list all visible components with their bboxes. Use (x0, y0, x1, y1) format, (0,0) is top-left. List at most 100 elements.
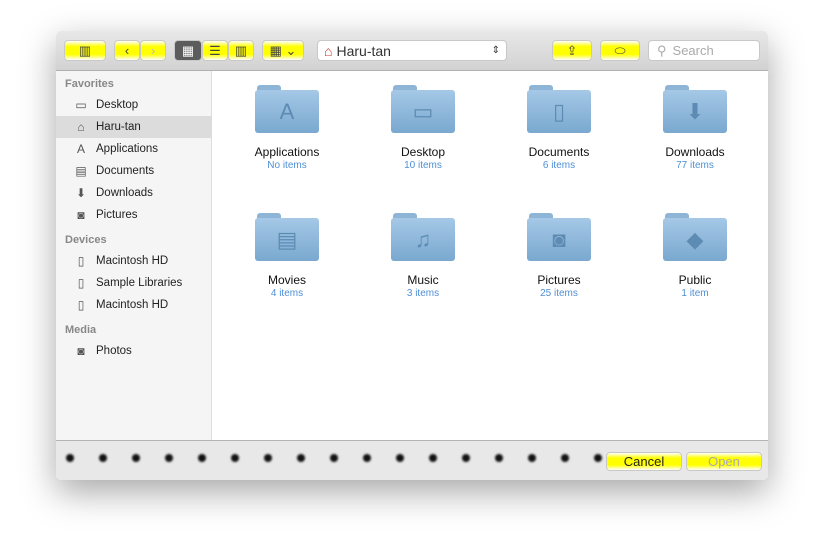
path-popup[interactable]: ⌂ Haru-tan ⇕ (317, 40, 507, 61)
folder-icon: ◆ (663, 213, 727, 261)
dot-artifact (297, 454, 305, 462)
sidebar-item-label: Downloads (96, 187, 153, 199)
list-view-button[interactable]: ☰ (202, 40, 228, 61)
dot-artifact (132, 454, 140, 462)
sidebar-item[interactable]: ◙ Photos (56, 340, 211, 362)
folder-count: 77 items (676, 160, 714, 171)
dot-artifact (528, 454, 536, 462)
home-icon: ⌂ (77, 120, 85, 134)
folder-count: 1 item (681, 288, 709, 299)
sidebar-item[interactable]: ⬇ Downloads (56, 182, 211, 204)
folder-name: Movies (267, 273, 306, 287)
dot-artifact (99, 454, 107, 462)
list-icon: ☰ (209, 42, 221, 58)
columns-icon: ▥ (234, 42, 248, 58)
dot-artifact (165, 454, 173, 462)
sidebar-item-label: Macintosh HD (96, 299, 169, 311)
share-button[interactable]: ⇪ (552, 40, 592, 61)
sidebar-item[interactable]: ▯ Sample Libraries (56, 272, 211, 294)
search-icon: ⚲ (657, 42, 667, 58)
folder-item[interactable]: ◙ Pictures 25 items (494, 213, 624, 299)
folder-item[interactable]: ♫ Music 3 items (358, 213, 488, 299)
folder-name: Applications (254, 145, 320, 159)
folder-name: Downloads (665, 145, 725, 159)
folder-icon: ▭ (391, 85, 455, 133)
back-button[interactable]: ‹ (114, 40, 140, 61)
document-icon: ▤ (75, 164, 87, 178)
sidebar-item[interactable]: ▤ Documents (56, 160, 211, 182)
folder-icon: ◙ (527, 213, 591, 261)
sidebar-item-label: Macintosh HD (96, 255, 169, 267)
chevron-right-icon: › (150, 43, 156, 58)
grid-icon: ▦ (181, 42, 195, 58)
path-label: Haru-tan (336, 42, 391, 59)
sidebar-item[interactable]: ▯ Macintosh HD (56, 294, 211, 316)
dot-artifact (363, 454, 371, 462)
forward-button[interactable]: › (140, 40, 166, 61)
search-field[interactable]: ⚲ Search (648, 40, 760, 61)
dot-artifact (198, 454, 206, 462)
folder-count: 3 items (406, 288, 440, 299)
search-placeholder: Search (672, 43, 714, 58)
folder-name: Desktop (400, 145, 446, 159)
dot-artifact (495, 454, 503, 462)
dot-artifact (462, 454, 470, 462)
dot-artifact (396, 454, 404, 462)
arrange-button[interactable]: ▦ ⌄ (262, 40, 304, 61)
folder-count: 10 items (404, 160, 442, 171)
folder-item[interactable]: A Applications No items (222, 85, 352, 171)
sidebar-icon: ▥ (78, 42, 92, 58)
sidebar-item-label: Desktop (96, 99, 139, 111)
camera-icon: ◙ (77, 344, 85, 358)
home-icon: ⌂ (324, 42, 333, 59)
dot-artifact (594, 454, 602, 462)
bottom-bar: Cancel Open (56, 440, 768, 480)
folder-name: Pictures (537, 273, 581, 287)
chevron-left-icon: ‹ (124, 43, 130, 58)
open-button[interactable]: Open (686, 452, 762, 471)
dot-artifact (231, 454, 239, 462)
camera-icon: ◙ (77, 208, 85, 222)
folder-icon: ▯ (527, 85, 591, 133)
folder-count: No items (267, 160, 307, 171)
folder-name: Music (407, 273, 439, 287)
sidebar-item-label: Documents (96, 165, 155, 177)
tag-icon: ⬭ (614, 42, 626, 58)
sidebar-item-label: Applications (96, 143, 159, 155)
tag-button[interactable]: ⬭ (600, 40, 640, 61)
sidebar-item[interactable]: ◙ Pictures (56, 204, 211, 226)
sidebar-section-title: Devices (65, 234, 107, 246)
folder-name: Public (678, 273, 712, 287)
sidebar-item[interactable]: ⌂ Haru-tan (56, 116, 211, 138)
sidebar-item-label: Photos (96, 345, 132, 357)
folder-count: 25 items (540, 288, 578, 299)
column-view-button[interactable]: ▥ (228, 40, 254, 61)
folder-icon: ▤ (255, 213, 319, 261)
folder-item[interactable]: ▯ Documents 6 items (494, 85, 624, 171)
sidebar-section-title: Favorites (65, 78, 114, 90)
open-dialog: ▥ ‹ › ▦ ☰ ▥ ▦ ⌄ ⌂ Haru-tan ⇕ ⇪ ⬭ ⚲ Search F… (56, 31, 768, 480)
sidebar-item[interactable]: ▯ Macintosh HD (56, 250, 211, 272)
folder-icon: ⬇ (663, 85, 727, 133)
arrange-icon: ▦ ⌄ (269, 42, 297, 58)
disk-icon: ▯ (77, 254, 85, 268)
updown-chevron-icon: ⇕ (491, 45, 500, 56)
sidebar-section-title: Media (65, 324, 97, 336)
folder-item[interactable]: ▤ Movies 4 items (222, 213, 352, 299)
disk-icon: ▯ (77, 298, 85, 312)
sidebar-item-label: Pictures (96, 209, 138, 221)
folder-grid: A Applications No items ▭ Desktop 10 items ▯ Do… (212, 71, 768, 440)
sidebar-item-label: Haru-tan (96, 121, 141, 133)
icon-view-button[interactable]: ▦ (174, 40, 202, 61)
folder-item[interactable]: ⬇ Downloads 77 items (630, 85, 760, 171)
sidebar-toggle-button[interactable]: ▥ (64, 40, 106, 61)
sidebar-item[interactable]: ▭ Desktop (56, 94, 211, 116)
folder-item[interactable]: ▭ Desktop 10 items (358, 85, 488, 171)
sidebar-item[interactable]: A Applications (56, 138, 211, 160)
folder-count: 4 items (270, 288, 304, 299)
folder-item[interactable]: ◆ Public 1 item (630, 213, 760, 299)
sidebar: Favorites ▭ Desktop ⌂ Haru-tan A Applications ▤… (56, 71, 212, 440)
toolbar: ▥ ‹ › ▦ ☰ ▥ ▦ ⌄ ⌂ Haru-tan ⇕ ⇪ ⬭ ⚲ Search (56, 31, 768, 71)
applications-icon: A (76, 142, 85, 156)
cancel-button[interactable]: Cancel (606, 452, 682, 471)
